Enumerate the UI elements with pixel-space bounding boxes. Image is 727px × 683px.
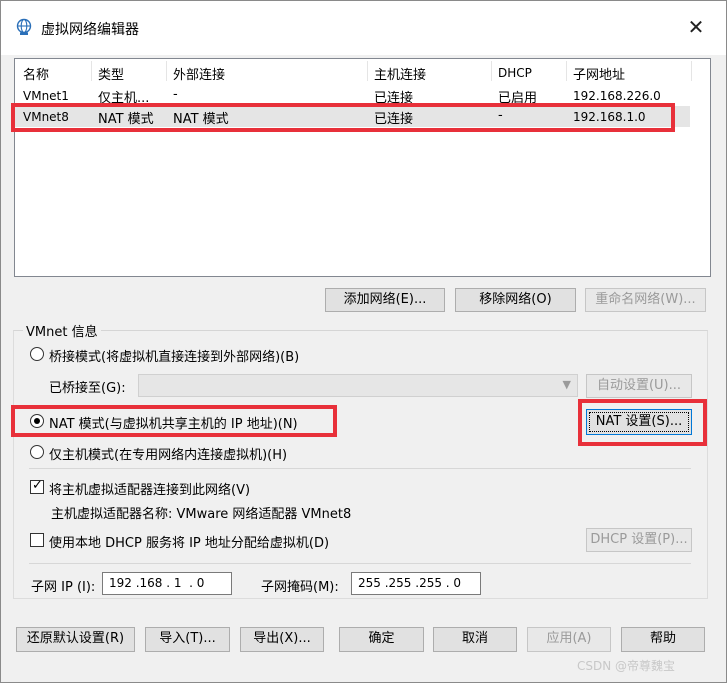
divider [29,468,691,469]
watermark-text: CSDN @帝尊魏宝 [577,659,676,673]
title-bar: 虚拟网络编辑器 ✕ [1,1,726,55]
network-globe-icon [15,18,33,36]
row-external: - [173,87,178,102]
close-icon[interactable]: ✕ [681,15,711,41]
help-button[interactable]: 帮助 [621,627,705,652]
adapter-name-label: 主机虚拟适配器名称: VMware 网络适配器 VMnet8 [51,507,352,522]
connect-adapter-label[interactable]: 将主机虚拟适配器连接到此网络(V) [49,479,250,498]
row-dhcp: - [498,108,503,123]
hostonly-label[interactable]: 仅主机模式(在专用网络内连接虚拟机)(H) [49,444,287,463]
column-header-host[interactable]: 主机连接 [374,64,426,83]
import-button[interactable]: 导入(T)... [145,627,230,652]
row-dhcp: 已启用 [498,91,538,106]
bridged-to-label: 已桥接至(G): [49,381,126,396]
row-subnet: 192.168.226.0 [573,89,661,103]
column-header-subnet[interactable]: 子网地址 [573,64,625,83]
vmnet-info-group [13,330,708,599]
column-header-dhcp[interactable]: DHCP [498,66,532,84]
rename-network-button[interactable]: 重命名网络(W)... [585,288,706,312]
row-name: VMnet1 [23,89,69,103]
network-list[interactable]: 名称 类型 外部连接 主机连接 DHCP 子网地址 VMnet1 仅主机... … [14,58,711,277]
row-host: 已连接 [374,112,414,127]
add-network-button[interactable]: 添加网络(E)... [325,288,445,312]
row-type: NAT 模式 [98,112,154,127]
row-subnet: 192.168.1.0 [573,110,646,124]
table-row[interactable]: VMnet1 仅主机... - 已连接 已启用 192.168.226.0 [15,85,690,106]
nat-settings-button[interactable]: NAT 设置(S)... [586,409,692,435]
export-button[interactable]: 导出(X)... [240,627,324,652]
column-header-external[interactable]: 外部连接 [173,64,225,83]
row-name: VMnet8 [23,110,69,124]
cancel-button[interactable]: 取消 [433,627,517,652]
dhcp-settings-button[interactable]: DHCP 设置(P)... [586,528,692,552]
nat-radio[interactable] [30,414,44,428]
dhcp-checkbox[interactable] [30,533,44,547]
ok-button[interactable]: 确定 [339,627,424,652]
subnet-ip-label: 子网 IP (I): [31,580,96,595]
column-header-type[interactable]: 类型 [98,64,124,83]
bridge-radio[interactable] [30,347,44,361]
row-type: 仅主机... [98,91,150,106]
remove-network-button[interactable]: 移除网络(O) [455,288,576,312]
subnet-ip-input[interactable]: 192 .168 . 1 . 0 [102,572,232,595]
subnet-mask-input[interactable]: 255 .255 .255 . 0 [351,572,481,595]
dhcp-label[interactable]: 使用本地 DHCP 服务将 IP 地址分配给虚拟机(D) [49,532,329,551]
row-external: NAT 模式 [173,112,229,127]
row-host: 已连接 [374,91,414,106]
list-header: 名称 类型 外部连接 主机连接 DHCP 子网地址 [15,59,710,85]
chevron-down-icon: ▼ [562,378,571,391]
auto-settings-button[interactable]: 自动设置(U)... [586,374,692,398]
connect-adapter-checkbox[interactable] [30,478,44,494]
hostonly-radio[interactable] [30,445,44,459]
bridged-to-select[interactable]: ▼ [138,374,578,397]
subnet-mask-label: 子网掩码(M): [261,580,339,595]
column-header-name[interactable]: 名称 [23,64,49,83]
restore-defaults-button[interactable]: 还原默认设置(R) [16,627,135,652]
virtual-network-editor-window: 虚拟网络编辑器 ✕ 名称 类型 外部连接 主机连接 DHCP 子网地址 VMne… [0,0,727,683]
table-row-selected[interactable]: VMnet8 NAT 模式 NAT 模式 已连接 - 192.168.1.0 [15,106,690,127]
nat-label[interactable]: NAT 模式(与虚拟机共享主机的 IP 地址)(N) [49,413,298,432]
apply-button[interactable]: 应用(A) [527,627,611,652]
group-label: VMnet 信息 [23,321,101,340]
window-title: 虚拟网络编辑器 [41,22,139,38]
bridge-label[interactable]: 桥接模式(将虚拟机直接连接到外部网络)(B) [49,346,299,365]
divider [29,563,691,564]
